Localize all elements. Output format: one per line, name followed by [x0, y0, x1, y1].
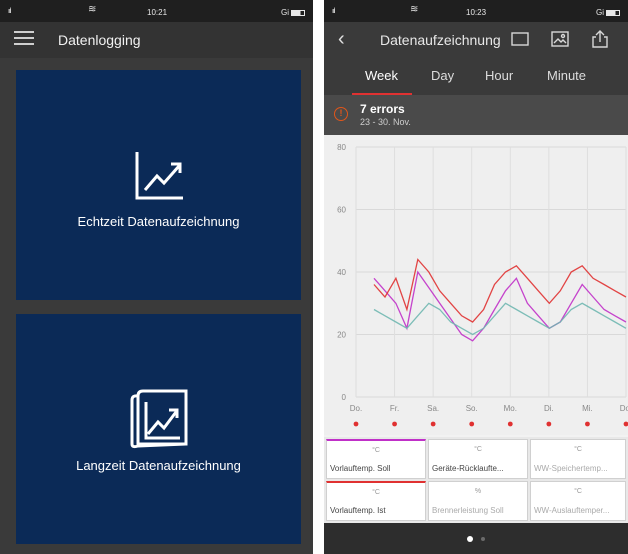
chart-line-icon — [135, 152, 183, 200]
tab-minute[interactable]: Minute — [547, 68, 586, 83]
wifi-icon: ≋ — [410, 4, 419, 15]
chart-scroll-icon — [130, 389, 188, 449]
x-tick-label: Di. — [544, 404, 554, 413]
x-tick-label: Fr. — [390, 404, 399, 413]
tile-longterm-logging[interactable]: Langzeit Datenaufzeichnung — [16, 314, 301, 544]
series-legend: °C Vorlauftemp. Soll °C Geräte-Rücklaufte.… — [324, 437, 628, 523]
error-marker — [353, 421, 359, 427]
y-tick-label: 20 — [337, 331, 346, 340]
tile-label: Langzeit Datenaufzeichnung — [76, 458, 241, 473]
status-bar: ııl ≋ 10:23 Gi — [324, 0, 628, 22]
error-marker — [507, 421, 513, 427]
tab-hour[interactable]: Hour — [485, 68, 513, 83]
phone-datenlogging: ııl ≋ 10:21 Gi Datenlogging Echtzeit Dat… — [0, 0, 313, 554]
y-tick-label: 40 — [337, 268, 346, 277]
range-tabs: Week Day Hour Minute — [324, 58, 628, 95]
legend-item[interactable]: °C WW-Speichertemp... — [530, 439, 626, 479]
x-tick-label: Sa. — [427, 404, 439, 413]
tile-realtime-logging[interactable]: Echtzeit Datenaufzeichnung — [16, 70, 301, 300]
page-indicator — [324, 523, 628, 554]
menu-icon[interactable] — [14, 31, 34, 47]
log-chart[interactable]: 806040200Do.Fr.Sa.So.Mo.Di.Mi.Do. — [324, 135, 628, 435]
phone-datenaufzeichnung: ııl ≋ 10:23 Gi ‹ Datenaufzeichnung Week … — [324, 0, 628, 554]
x-tick-label: Mi. — [582, 404, 593, 413]
signal-icon: ııl — [332, 8, 336, 15]
y-tick-label: 80 — [337, 143, 346, 152]
error-marker — [623, 421, 628, 427]
error-marker — [546, 421, 552, 427]
page-title: Datenaufzeichnung — [380, 32, 501, 48]
tab-week[interactable]: Week — [365, 68, 398, 83]
legend-item[interactable]: °C WW-Auslauftemper... — [530, 481, 626, 521]
y-tick-label: 0 — [342, 393, 347, 402]
legend-item[interactable]: °C Vorlauftemp. Soll — [326, 439, 426, 479]
share-icon[interactable] — [590, 30, 610, 48]
back-icon[interactable]: ‹ — [338, 28, 345, 51]
battery-icon: Gi — [596, 8, 620, 17]
error-marker — [430, 421, 436, 427]
page-dot[interactable] — [481, 537, 485, 541]
status-time: 10:23 — [466, 8, 487, 17]
legend-item[interactable]: °C Geräte-Rücklaufte... — [428, 439, 528, 479]
signal-icon: ııl — [8, 8, 12, 15]
x-tick-label: Do. — [350, 404, 362, 413]
error-marker — [392, 421, 397, 427]
legend-item[interactable]: °C Vorlauftemp. Ist — [326, 481, 426, 521]
tab-day[interactable]: Day — [431, 68, 454, 83]
battery-icon: Gi — [281, 8, 305, 17]
page-dot-active[interactable] — [467, 536, 473, 542]
error-count: 7 errors — [360, 102, 405, 116]
top-bar: Datenlogging — [0, 22, 313, 58]
error-marker — [469, 421, 475, 427]
error-banner[interactable]: ! 7 errors 23 - 30. Nov. — [324, 95, 628, 135]
error-date-range: 23 - 30. Nov. — [360, 117, 411, 127]
series-line — [373, 302, 627, 336]
legend-item[interactable]: % Brennerleistung Soll — [428, 481, 528, 521]
y-tick-label: 60 — [337, 206, 346, 215]
status-bar: ııl ≋ 10:21 Gi — [0, 0, 313, 22]
error-marker — [585, 421, 590, 427]
x-tick-label: Do. — [620, 404, 628, 413]
status-time: 10:21 — [147, 8, 168, 17]
wifi-icon: ≋ — [88, 4, 97, 15]
top-bar: ‹ Datenaufzeichnung — [324, 22, 628, 58]
x-tick-label: So. — [466, 404, 478, 413]
x-tick-label: Mo. — [504, 404, 517, 413]
tile-label: Echtzeit Datenaufzeichnung — [77, 214, 240, 229]
page-title: Datenlogging — [58, 32, 141, 48]
image-icon[interactable] — [550, 30, 570, 48]
fullscreen-icon[interactable] — [510, 30, 530, 48]
warning-icon: ! — [334, 107, 348, 121]
